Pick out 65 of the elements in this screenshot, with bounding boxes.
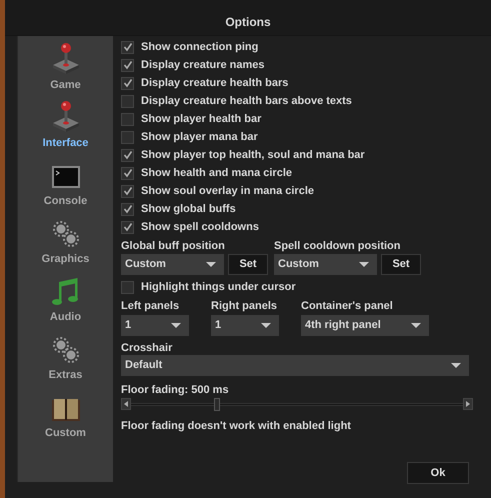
sidebar-tab[interactable]: Extras bbox=[48, 366, 82, 383]
dropdown[interactable]: Custom bbox=[121, 254, 224, 275]
sidebar-tab[interactable]: Custom bbox=[45, 424, 86, 441]
book-icon bbox=[50, 396, 80, 422]
joystick-icon bbox=[50, 98, 80, 132]
checkbox-label: Display creature health bars above texts bbox=[141, 94, 352, 109]
terminal-icon bbox=[50, 164, 80, 190]
sidebar-tab[interactable]: Graphics bbox=[42, 250, 90, 267]
decrease-arrow-icon[interactable] bbox=[121, 398, 131, 410]
caret-icon bbox=[261, 322, 271, 328]
caret-icon bbox=[411, 322, 421, 328]
sidebar-tab[interactable]: Interface bbox=[42, 134, 88, 151]
checkbox-label: Show connection ping bbox=[141, 40, 258, 55]
checkbox[interactable] bbox=[121, 58, 134, 72]
dropdown[interactable]: 1 bbox=[121, 315, 189, 336]
ok-button[interactable]: Ok bbox=[407, 462, 469, 484]
dropdown[interactable]: Default bbox=[121, 355, 469, 376]
checkbox[interactable] bbox=[121, 94, 134, 108]
note-text: Floor fading doesn't work with enabled light bbox=[121, 419, 352, 434]
field-label: Container's panel bbox=[301, 299, 394, 312]
caret-icon bbox=[451, 362, 461, 368]
field-label: Right panels bbox=[211, 299, 278, 312]
checkbox[interactable] bbox=[121, 130, 134, 144]
checkbox-label: Highlight things under cursor bbox=[141, 280, 296, 295]
slider-thumb[interactable] bbox=[214, 398, 220, 410]
checkbox[interactable] bbox=[121, 40, 134, 54]
slider-label: Floor fading: 500 ms bbox=[121, 383, 230, 396]
checkbox[interactable] bbox=[121, 112, 134, 126]
field-label: Left panels bbox=[121, 299, 180, 312]
caret-icon bbox=[359, 262, 369, 268]
checkbox-label: Show soul overlay in mana circle bbox=[141, 184, 314, 199]
checkbox[interactable] bbox=[121, 220, 134, 234]
window-title: Options bbox=[225, 14, 271, 31]
checkbox-label: Display creature health bars bbox=[141, 76, 288, 91]
checkbox-label: Show spell cooldowns bbox=[141, 220, 259, 235]
checkbox-label: Show health and mana circle bbox=[141, 166, 292, 181]
set-button[interactable]: Set bbox=[228, 254, 268, 275]
caret-icon bbox=[206, 262, 216, 268]
gears-icon bbox=[50, 218, 80, 248]
checkbox[interactable] bbox=[121, 280, 134, 294]
checkbox-label: Show player mana bar bbox=[141, 130, 258, 145]
checkbox[interactable] bbox=[121, 202, 134, 216]
field-label: Spell cooldown position bbox=[274, 239, 402, 252]
field-label: Crosshair bbox=[121, 341, 174, 354]
gears-icon bbox=[50, 334, 80, 364]
increase-arrow-icon[interactable] bbox=[463, 398, 473, 410]
caret-icon bbox=[171, 322, 181, 328]
music-note-icon bbox=[50, 276, 80, 306]
field-label: Global buff position bbox=[121, 239, 226, 252]
dropdown[interactable]: 4th right panel bbox=[301, 315, 429, 336]
checkbox-label: Show player top health, soul and mana bar bbox=[141, 148, 365, 163]
checkbox[interactable] bbox=[121, 166, 134, 180]
checkbox-label: Show player health bar bbox=[141, 112, 262, 127]
sidebar-tab[interactable]: Game bbox=[50, 76, 81, 93]
checkbox[interactable] bbox=[121, 76, 134, 90]
checkbox[interactable] bbox=[121, 148, 134, 162]
checkbox[interactable] bbox=[121, 184, 134, 198]
dropdown[interactable]: 1 bbox=[211, 315, 279, 336]
set-button[interactable]: Set bbox=[381, 254, 421, 275]
checkbox-label: Display creature names bbox=[141, 58, 265, 73]
sidebar-tab[interactable]: Console bbox=[44, 192, 88, 209]
joystick-icon bbox=[50, 40, 80, 74]
checkbox-label: Show global buffs bbox=[141, 202, 236, 217]
sidebar-tab[interactable]: Audio bbox=[50, 308, 82, 325]
dropdown[interactable]: Custom bbox=[274, 254, 377, 275]
